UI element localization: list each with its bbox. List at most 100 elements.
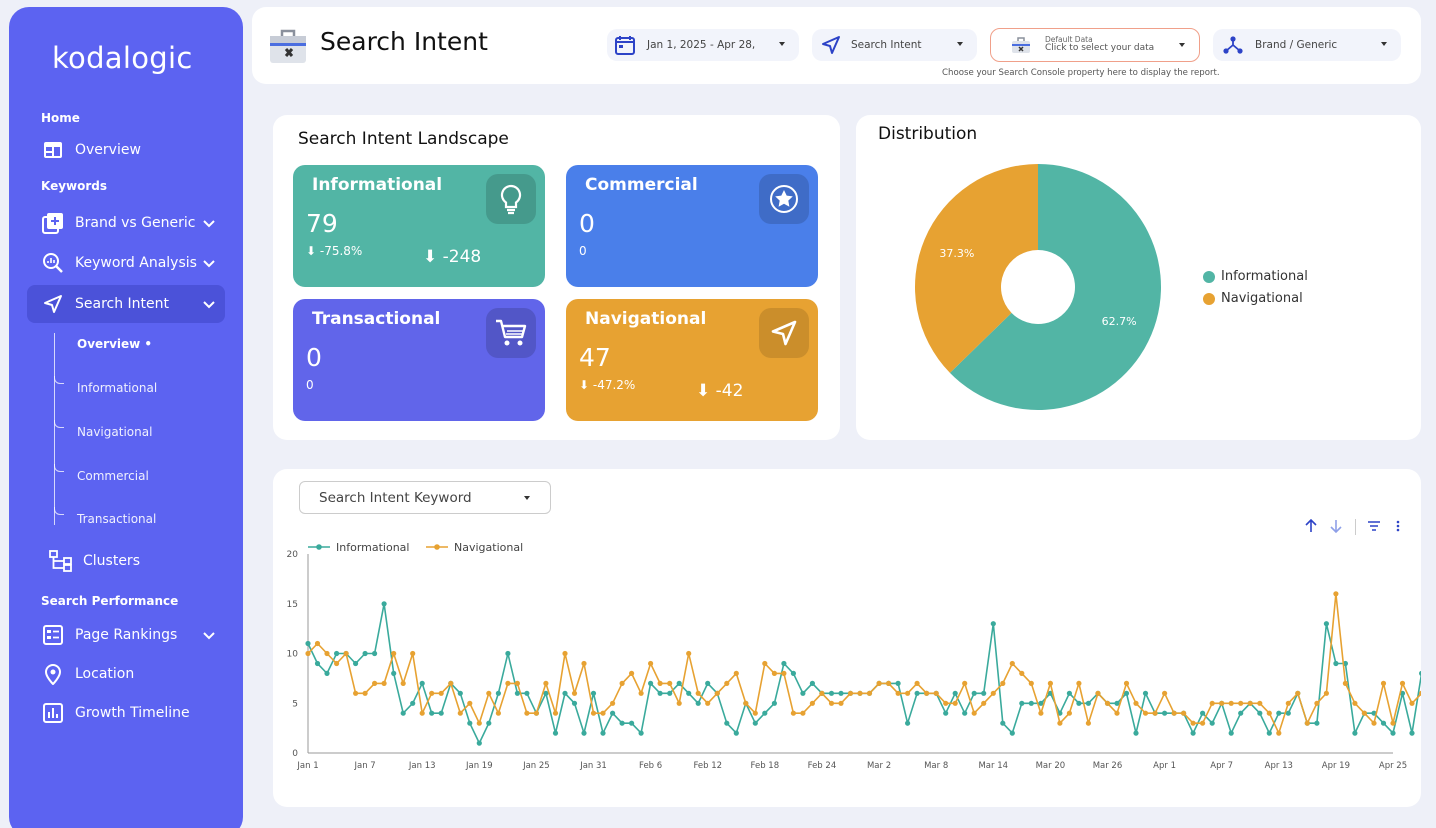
branch-icon: [1223, 36, 1243, 54]
data-point-navigational: [391, 650, 397, 657]
data-source-subtitle: Click to select your data: [1045, 43, 1155, 54]
subitem-overview[interactable]: Overview •: [77, 337, 152, 351]
data-point-navigational: [552, 710, 559, 716]
sidebar-item-label: Keyword Analysis: [75, 255, 197, 271]
section-keywords: Keywords: [41, 179, 108, 193]
data-point-navigational: [1276, 730, 1282, 736]
data-point-informational: [762, 710, 768, 716]
data-point-informational: [981, 690, 987, 696]
sidebar-item-page-rankings[interactable]: Page Rankings: [27, 616, 225, 654]
keyword-selector-text: Search Intent Keyword: [319, 489, 472, 506]
data-point-informational: [1352, 730, 1358, 736]
y-tick-label: 20: [287, 550, 299, 560]
sidebar-item-search-intent[interactable]: Search Intent: [27, 285, 225, 323]
sidebar-item-growth-timeline[interactable]: Growth Timeline: [27, 694, 225, 732]
data-point-navigational: [943, 700, 949, 706]
hierarchy-icon: [49, 549, 73, 573]
data-source-selector[interactable]: Default Data Click to select your data: [990, 28, 1200, 62]
data-point-informational: [524, 690, 530, 696]
data-point-navigational: [1104, 700, 1111, 706]
subitem-informational[interactable]: Informational: [77, 381, 157, 395]
data-point-informational: [1142, 690, 1149, 696]
data-point-navigational: [1238, 700, 1244, 706]
data-point-navigational: [1285, 700, 1291, 706]
subitem-transactional[interactable]: Transactional: [77, 512, 156, 526]
x-tick-label: Mar 20: [1036, 761, 1066, 771]
data-point-navigational: [952, 700, 958, 706]
data-point-navigational: [457, 710, 463, 716]
top-header: Search Intent Jan 1, 2025 - Apr 28, Sear…: [252, 7, 1421, 84]
series-line-navigational: [307, 593, 1421, 736]
data-point-navigational: [619, 680, 625, 686]
timeline-card: Search Intent Keyword 0 5 10 15 20 Jan 1 Jan 7…: [273, 469, 1421, 807]
tile-transactional[interactable]: Transactional 0 0: [293, 299, 545, 421]
data-point-navigational: [1342, 680, 1348, 686]
data-point-navigational: [638, 690, 644, 696]
tile-delta: ⬇ -248: [423, 247, 482, 267]
data-point-informational: [1390, 730, 1396, 736]
data-point-informational: [1133, 730, 1139, 736]
data-point-navigational: [971, 710, 977, 716]
sidebar-item-label: Growth Timeline: [75, 705, 190, 721]
x-tick-label: Apr 19: [1322, 761, 1350, 771]
card-title: Search Intent Landscape: [298, 129, 509, 149]
data-point-informational: [1076, 700, 1082, 706]
sort-descending-icon[interactable]: [1330, 519, 1342, 533]
x-tick-label: Feb 12: [693, 761, 722, 771]
sidebar-item-overview[interactable]: Overview: [27, 131, 225, 169]
data-point-navigational: [1114, 710, 1120, 716]
data-point-navigational: [1399, 680, 1406, 686]
caret-down-icon: [1381, 42, 1387, 46]
data-point-navigational: [438, 690, 444, 696]
subitem-navigational[interactable]: Navigational: [77, 425, 152, 439]
data-point-informational: [429, 710, 435, 716]
date-range-text: Jan 1, 2025 - Apr 28,: [647, 39, 756, 51]
data-point-navigational: [781, 670, 787, 676]
data-point-informational: [457, 690, 463, 696]
filter-icon[interactable]: [1367, 519, 1381, 533]
sidebar-item-clusters[interactable]: Clusters: [27, 542, 225, 580]
tile-commercial[interactable]: Commercial 0 0: [566, 165, 818, 287]
data-point-informational: [686, 690, 692, 696]
more-options-icon[interactable]: [1395, 519, 1401, 533]
data-point-navigational: [705, 700, 711, 706]
data-point-navigational: [924, 690, 930, 696]
tile-navigational[interactable]: Navigational 47 ⬇ -47.2% ⬇ -42: [566, 299, 818, 421]
data-point-navigational: [486, 690, 492, 696]
data-point-navigational: [733, 670, 739, 676]
data-point-informational: [1333, 660, 1339, 667]
tile-title: Navigational: [585, 309, 707, 329]
data-point-informational: [353, 660, 359, 667]
search-intent-filter[interactable]: Search Intent: [812, 29, 977, 61]
data-point-informational: [619, 720, 625, 726]
data-point-navigational: [762, 660, 768, 667]
data-point-navigational: [410, 650, 416, 657]
data-point-navigational: [1247, 700, 1253, 706]
data-point-navigational: [676, 700, 682, 706]
date-range-picker[interactable]: Jan 1, 2025 - Apr 28,: [607, 29, 799, 61]
data-point-informational: [800, 690, 806, 696]
sidebar-item-keyword-analysis[interactable]: Keyword Analysis: [27, 244, 225, 282]
data-point-navigational: [752, 710, 758, 716]
navigation-arrow-icon: [822, 36, 840, 54]
x-tick-label: Mar 26: [1093, 761, 1123, 771]
data-point-navigational: [1200, 720, 1206, 726]
tile-value: 47: [579, 343, 611, 372]
location-pin-icon: [41, 662, 65, 686]
sort-ascending-icon[interactable]: [1305, 519, 1317, 533]
brand-generic-filter[interactable]: Brand / Generic: [1213, 29, 1401, 61]
calendar-icon: [615, 36, 635, 55]
data-point-navigational: [581, 660, 587, 667]
sidebar-item-brand-vs-generic[interactable]: Brand vs Generic: [27, 204, 225, 242]
data-point-navigational: [543, 680, 549, 686]
intent-timeline-chart: 0 5 10 15 20 Jan 1 Jan 7 Jan 13 Jan 19 Jan 25 Jan …: [287, 541, 1421, 771]
sidebar-item-label: Brand vs Generic: [75, 215, 196, 231]
data-point-informational: [495, 690, 501, 696]
tile-informational[interactable]: Informational 79 ⬇ -75.8% ⬇ -248: [293, 165, 545, 287]
data-point-informational: [790, 670, 797, 676]
data-point-navigational: [1047, 680, 1053, 686]
sidebar-item-location[interactable]: Location: [27, 655, 225, 693]
subitem-commercial[interactable]: Commercial: [77, 469, 149, 483]
keyword-selector[interactable]: Search Intent Keyword: [299, 481, 551, 514]
x-tick-label: Jan 31: [579, 761, 607, 771]
